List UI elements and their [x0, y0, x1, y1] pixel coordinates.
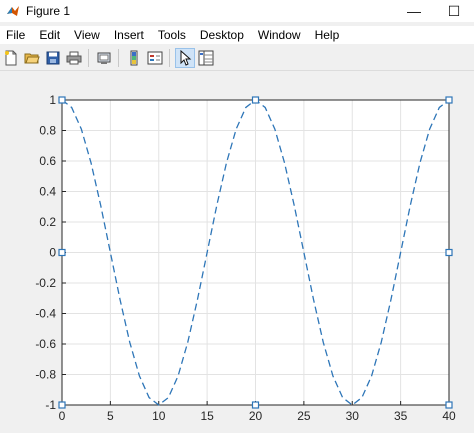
menu-tools[interactable]: Tools — [152, 28, 194, 42]
y-tick-label: 0.8 — [39, 124, 56, 138]
plot-svg[interactable]: 0 5 10 15 20 25 30 35 40 -1 -0.8 -0.6 -0.4 -0.2 0 0.2 0… — [0, 71, 474, 428]
menu-desktop[interactable]: Desktop — [194, 28, 252, 42]
edit-plot-arrow-icon — [180, 50, 192, 66]
maximize-icon: ☐ — [447, 2, 461, 19]
menubar: File Edit View Insert Tools Desktop Wind… — [0, 26, 474, 44]
y-tick-label: 1 — [49, 93, 56, 107]
maximize-button[interactable]: ☐ — [434, 0, 474, 22]
toolbar-separator — [169, 49, 170, 67]
y-tick-label: -0.2 — [35, 276, 56, 290]
y-tick-label: -0.8 — [35, 368, 56, 382]
new-figure-icon — [5, 50, 17, 66]
matlab-logo-icon — [7, 6, 19, 16]
menu-file[interactable]: File — [0, 28, 33, 42]
x-tick-label: 5 — [107, 409, 114, 423]
minimize-icon: — — [407, 3, 421, 19]
x-tick-label: 0 — [59, 409, 66, 423]
y-tick-label: -1 — [45, 398, 56, 412]
figure-canvas[interactable]: 0 5 10 15 20 25 30 35 40 -1 -0.8 -0.6 -0.4 -0.2 0 0.2 0… — [0, 71, 474, 428]
menu-window[interactable]: Window — [252, 28, 309, 42]
property-inspector-button[interactable] — [196, 48, 216, 68]
selection-handle[interactable] — [251, 401, 260, 409]
selection-handle[interactable] — [58, 401, 66, 409]
x-tick-label: 10 — [152, 409, 166, 423]
open-file-button[interactable] — [22, 48, 42, 68]
insert-colorbar-icon — [130, 50, 138, 66]
print-icon — [66, 51, 82, 65]
insert-colorbar-button[interactable] — [124, 48, 144, 68]
x-tick-label: 15 — [200, 409, 214, 423]
selection-handle[interactable] — [58, 248, 66, 257]
window-controls: — ☐ — [394, 0, 474, 22]
menu-edit[interactable]: Edit — [33, 28, 68, 42]
figure-toolbar — [0, 46, 474, 71]
selection-handle[interactable] — [445, 248, 453, 257]
window-title: Figure 1 — [26, 4, 71, 18]
selection-handle[interactable] — [445, 96, 453, 104]
new-figure-button[interactable] — [1, 48, 21, 68]
y-tick-label: 0 — [49, 246, 56, 260]
insert-legend-icon — [147, 51, 163, 65]
y-tick-label: 0.2 — [39, 215, 56, 229]
y-tick-label: 0.6 — [39, 154, 56, 168]
y-tick-label: -0.6 — [35, 337, 56, 351]
y-tick-label: 0.4 — [39, 185, 56, 199]
menu-view[interactable]: View — [68, 28, 108, 42]
toolbar-separator — [88, 49, 89, 67]
selection-handle[interactable] — [58, 96, 66, 104]
x-tick-label: 35 — [394, 409, 408, 423]
minimize-button[interactable]: — — [394, 0, 434, 22]
open-file-icon — [24, 53, 40, 64]
link-plot-button[interactable] — [94, 48, 114, 68]
edit-plot-button[interactable] — [175, 48, 195, 68]
menu-insert[interactable]: Insert — [108, 28, 152, 42]
insert-legend-button[interactable] — [145, 48, 165, 68]
save-icon — [46, 51, 60, 65]
selection-handle[interactable] — [445, 401, 453, 409]
x-tick-label: 40 — [442, 409, 456, 423]
selection-handle[interactable] — [251, 96, 260, 104]
window-titlebar: Figure 1 — ☐ — [0, 0, 474, 22]
menu-help[interactable]: Help — [309, 28, 348, 42]
x-tick-label: 30 — [346, 409, 360, 423]
property-inspector-icon — [198, 50, 214, 66]
x-tick-label: 20 — [249, 409, 263, 423]
toolbar-separator — [118, 49, 119, 67]
print-button[interactable] — [64, 48, 84, 68]
y-tick-label: -0.4 — [35, 307, 56, 321]
x-tick-label: 25 — [297, 409, 311, 423]
link-plot-icon — [97, 52, 111, 64]
save-button[interactable] — [43, 48, 63, 68]
